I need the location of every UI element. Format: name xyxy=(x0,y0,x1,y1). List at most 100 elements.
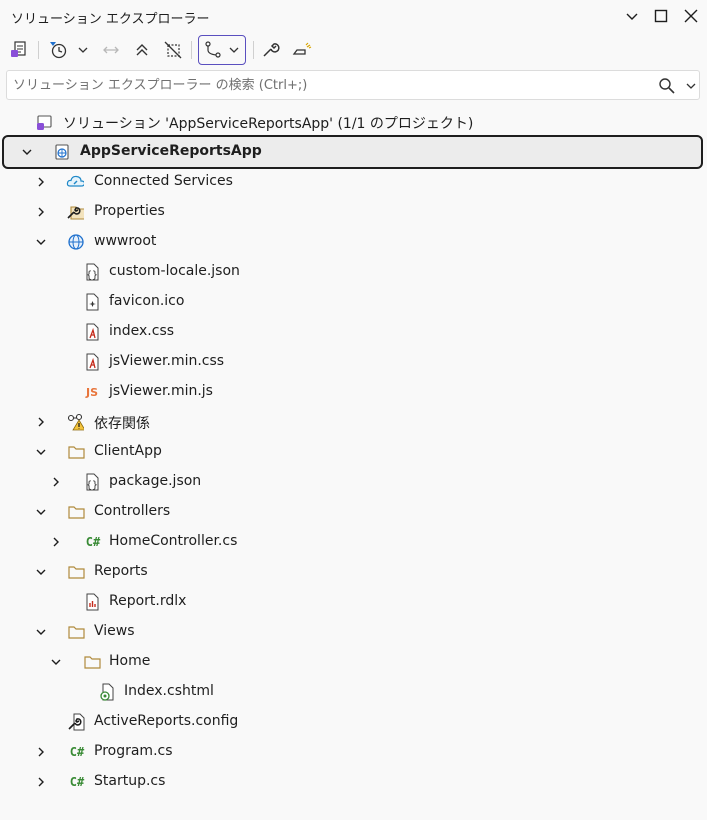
chevron-down-icon[interactable] xyxy=(20,145,34,159)
tree-item-label: HomeController.cs xyxy=(109,533,238,549)
tree-item-label: custom-locale.json xyxy=(109,263,240,279)
tree-item-wwwroot[interactable]: wwwroot xyxy=(0,227,707,257)
dependencies-warning-icon xyxy=(66,413,84,431)
chevron-down-icon[interactable] xyxy=(34,505,48,519)
tree-item-views[interactable]: Views xyxy=(0,617,707,647)
tree-item-home[interactable]: Home xyxy=(0,647,707,677)
tree-item-label: Controllers xyxy=(94,503,171,519)
tree-item-label: ソリューション 'AppServiceReportsApp' (1/1 のプロジ… xyxy=(63,116,474,132)
tree-item-label: favicon.ico xyxy=(109,293,185,309)
tree-item-properties[interactable]: Properties xyxy=(0,197,707,227)
close-icon[interactable] xyxy=(683,8,699,24)
chevron-down-icon[interactable] xyxy=(624,8,640,24)
cloud-icon xyxy=(66,173,84,191)
tree-item-label: ClientApp xyxy=(94,443,162,459)
tree-item-label: AppServiceReportsApp xyxy=(80,143,262,159)
tree-item-custom-locale-json[interactable]: {} custom-locale.json xyxy=(0,257,707,287)
chevron-right-icon[interactable] xyxy=(34,175,48,189)
tree-item-report-rdlx[interactable]: Report.rdlx xyxy=(0,587,707,617)
csharp-file-icon: C# xyxy=(85,535,101,549)
tree-item-label: Home xyxy=(109,653,151,669)
chevron-down-icon[interactable] xyxy=(34,235,48,249)
tree-item-index-cshtml[interactable]: Index.cshtml xyxy=(0,677,707,707)
tree-item-clientapp[interactable]: ClientApp xyxy=(0,437,707,467)
tree-item-homecontroller-cs[interactable]: C# HomeController.cs xyxy=(0,527,707,557)
tree-item-label: Reports xyxy=(94,563,148,579)
folder-icon xyxy=(67,563,85,581)
tree-item-project[interactable]: AppServiceReportsApp xyxy=(2,135,703,169)
tree-item-dependencies[interactable]: 依存関係 xyxy=(0,407,707,437)
properties-wrench-icon[interactable] xyxy=(259,37,281,63)
chevron-down-icon[interactable] xyxy=(34,565,48,579)
csharp-file-icon: C# xyxy=(69,775,85,789)
report-file-icon xyxy=(83,593,101,611)
tree-item-controllers[interactable]: Controllers xyxy=(0,497,707,527)
css-file-icon xyxy=(83,353,101,371)
preview-selected-items-icon[interactable] xyxy=(290,37,314,63)
tree-item-connected-services[interactable]: Connected Services xyxy=(0,167,707,197)
chevron-down-icon[interactable] xyxy=(34,445,48,459)
svg-text:{}: {} xyxy=(86,270,98,281)
chevron-right-icon[interactable] xyxy=(49,475,63,489)
tree-item-label: Report.rdlx xyxy=(109,593,187,609)
tree-item-favicon-ico[interactable]: favicon.ico xyxy=(0,287,707,317)
tree-item-label: package.json xyxy=(109,473,202,489)
tree-item-jsviewer-min-css[interactable]: jsViewer.min.css xyxy=(0,347,707,377)
chevron-down-icon[interactable] xyxy=(684,79,698,97)
chevron-down-icon[interactable] xyxy=(74,37,92,63)
tree-item-label: jsViewer.min.js xyxy=(109,383,213,399)
razor-file-icon xyxy=(98,683,116,701)
window-title: ソリューション エクスプローラー xyxy=(11,12,210,27)
js-file-icon: JS xyxy=(85,385,98,399)
chevron-right-icon[interactable] xyxy=(34,415,48,429)
search-input[interactable] xyxy=(13,76,633,94)
config-file-icon xyxy=(67,713,85,731)
collapse-all-icon[interactable] xyxy=(131,37,153,63)
tree-item-package-json[interactable]: {} package.json xyxy=(0,467,707,497)
title-bar: ソリューション エクスプローラー xyxy=(0,0,707,33)
json-file-icon: {} xyxy=(83,473,101,491)
git-branch-icon xyxy=(205,41,221,58)
ico-file-icon xyxy=(83,293,101,311)
git-branch-dropdown[interactable] xyxy=(198,35,246,65)
show-all-files-icon[interactable] xyxy=(162,37,184,63)
tree-item-label: 依存関係 xyxy=(94,416,150,432)
pending-changes-filter-icon[interactable] xyxy=(46,37,70,63)
tree-item-label: Program.cs xyxy=(94,743,173,759)
tree-item-index-css[interactable]: index.css xyxy=(0,317,707,347)
web-project-icon xyxy=(53,143,71,161)
tree-item-solution[interactable]: ソリューション 'AppServiceReportsApp' (1/1 のプロジ… xyxy=(0,107,707,137)
folder-icon xyxy=(67,503,85,521)
css-file-icon xyxy=(83,323,101,341)
tree-item-label: wwwroot xyxy=(94,233,157,249)
sync-with-document-icon xyxy=(100,37,122,63)
switch-views-icon[interactable] xyxy=(8,37,30,63)
tree-item-label: ActiveReports.config xyxy=(94,713,239,729)
chevron-right-icon[interactable] xyxy=(34,205,48,219)
csharp-file-icon: C# xyxy=(69,745,85,759)
solution-icon xyxy=(36,113,54,131)
tree-item-reports[interactable]: Reports xyxy=(0,557,707,587)
svg-text:{}: {} xyxy=(86,480,98,491)
chevron-down-icon[interactable] xyxy=(34,625,48,639)
maximize-icon[interactable] xyxy=(653,8,669,24)
chevron-right-icon[interactable] xyxy=(34,775,48,789)
search-icon[interactable] xyxy=(658,77,676,99)
tree-item-label: Connected Services xyxy=(94,173,233,189)
globe-icon xyxy=(67,233,85,251)
tree-item-program-cs[interactable]: C# Program.cs xyxy=(0,737,707,767)
tree-item-label: Properties xyxy=(94,203,165,219)
wrench-folder-icon xyxy=(66,203,84,221)
folder-icon xyxy=(67,623,85,641)
tree-item-jsviewer-min-js[interactable]: JS jsViewer.min.js xyxy=(0,377,707,407)
tree-item-label: index.css xyxy=(109,323,175,339)
chevron-right-icon[interactable] xyxy=(34,745,48,759)
chevron-right-icon[interactable] xyxy=(49,535,63,549)
tree-item-startup-cs[interactable]: C# Startup.cs xyxy=(0,767,707,797)
tree-item-activereports-config[interactable]: ActiveReports.config xyxy=(0,707,707,737)
solution-search-box[interactable] xyxy=(6,70,700,100)
tree-item-label: Index.cshtml xyxy=(124,683,214,699)
tree-item-label: Views xyxy=(94,623,135,639)
toolbar xyxy=(0,33,707,67)
chevron-down-icon[interactable] xyxy=(49,655,63,669)
